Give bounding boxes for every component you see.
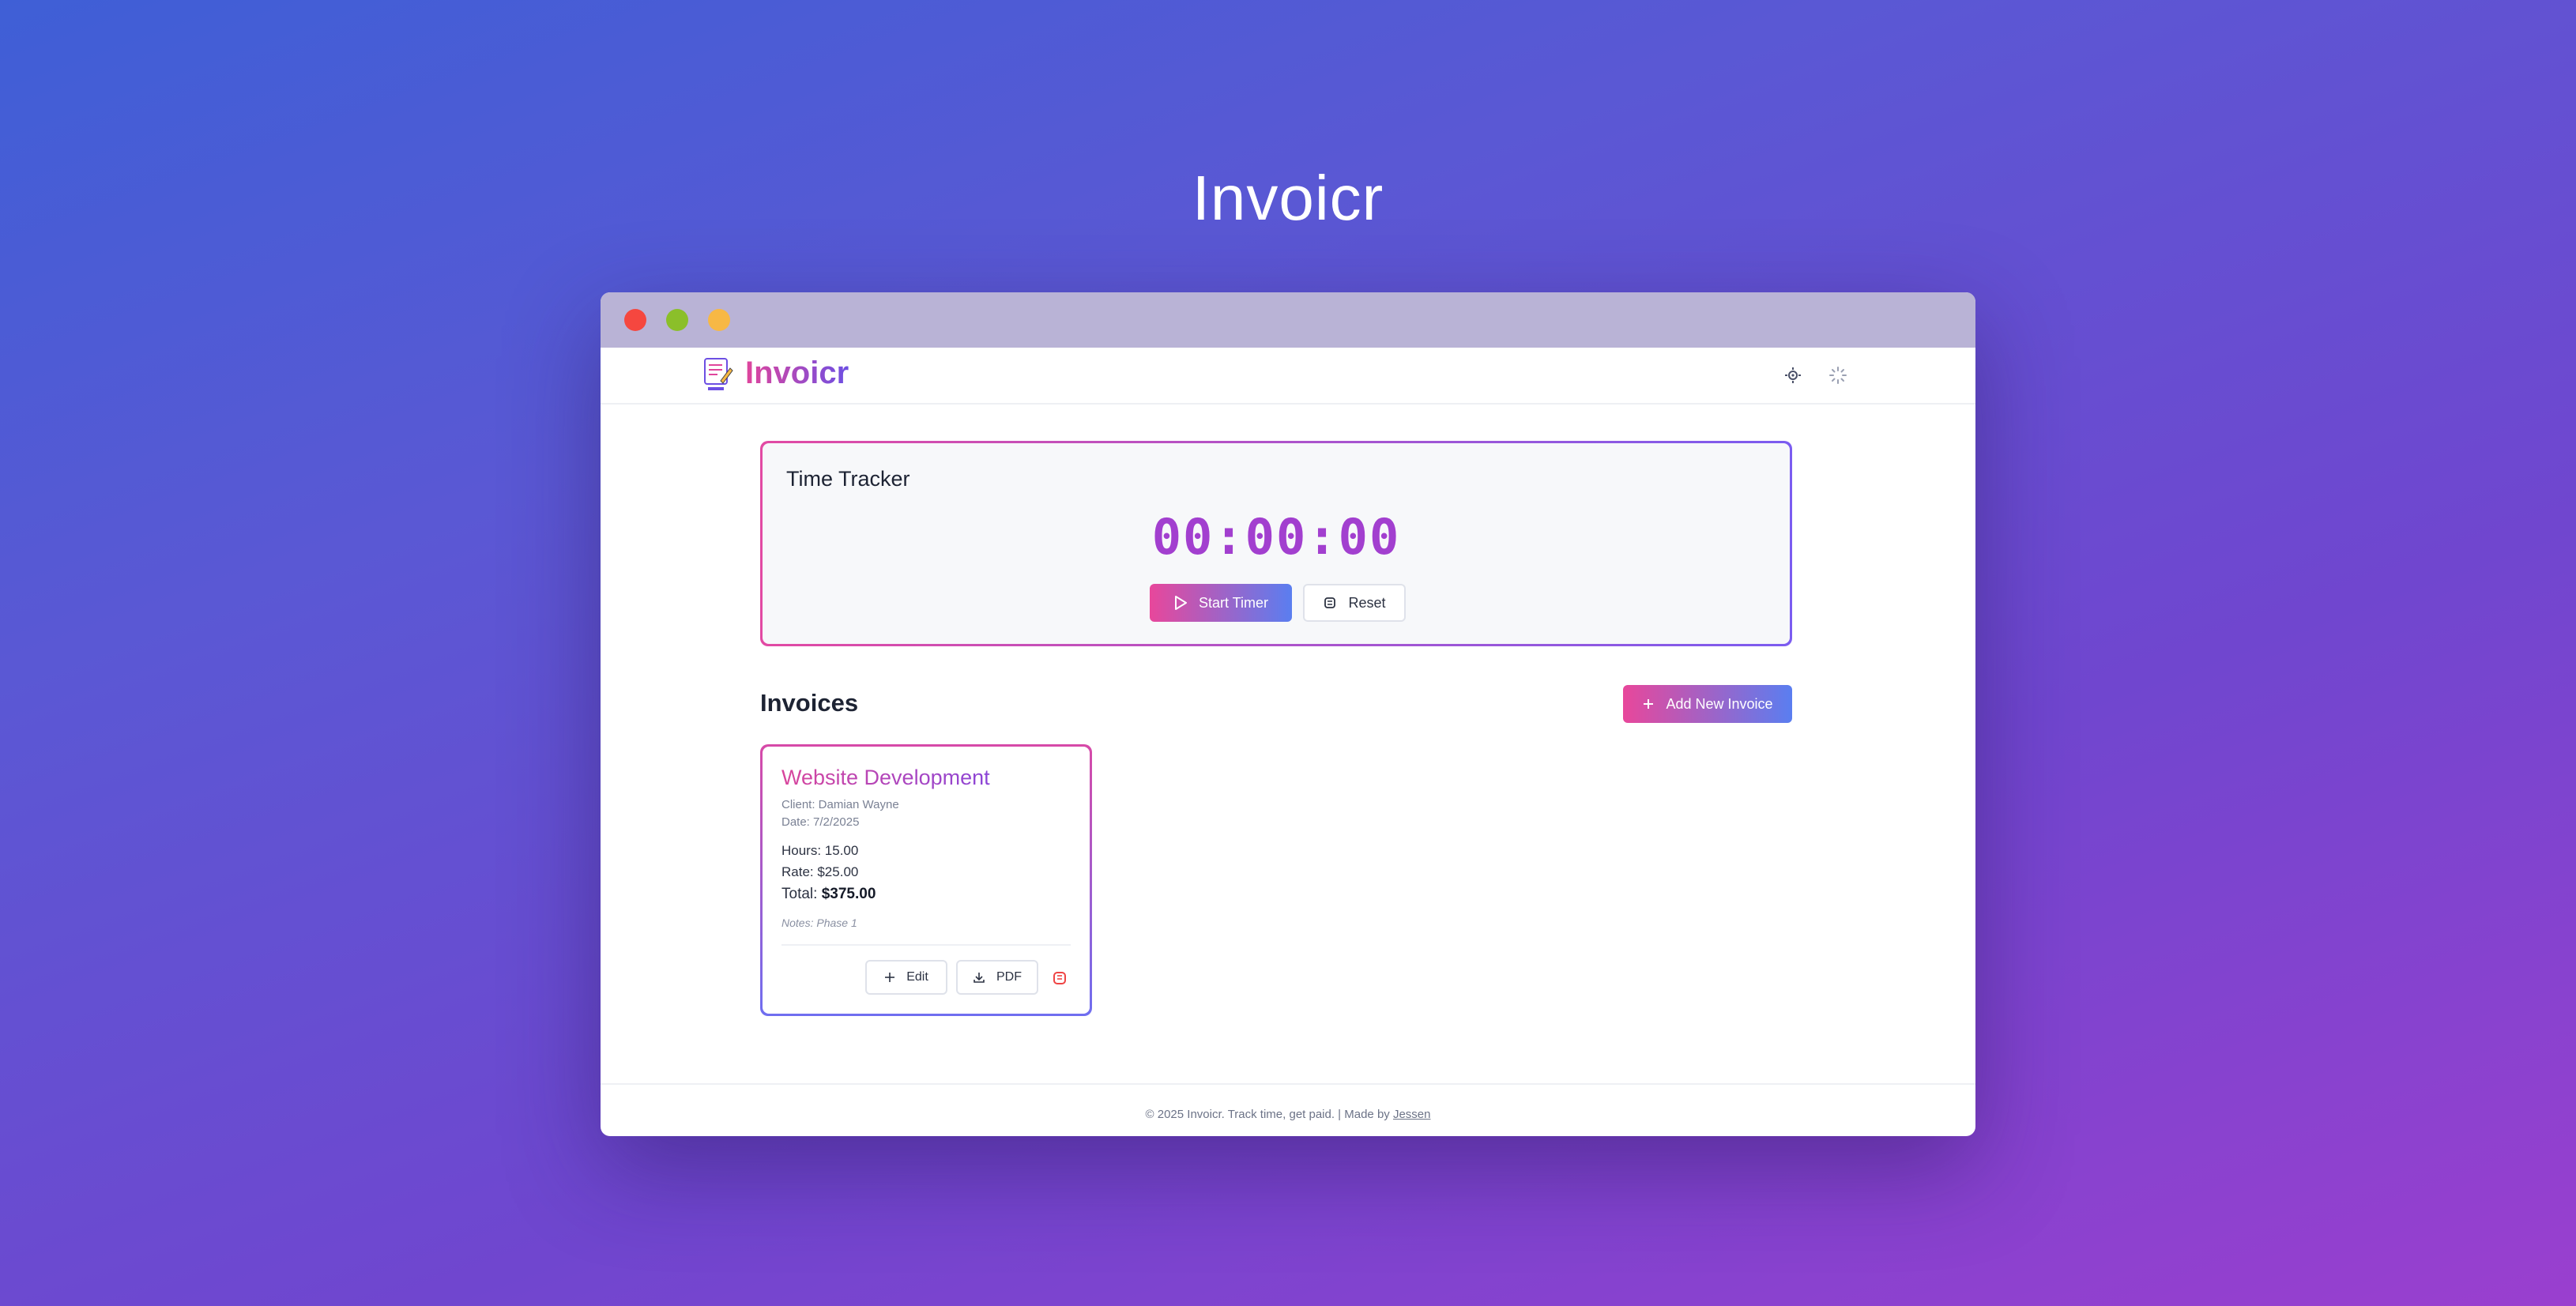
minimize-window-button[interactable] — [708, 309, 730, 331]
notepad-logo-icon — [703, 357, 733, 392]
plus-icon — [884, 972, 895, 983]
edit-invoice-button[interactable]: Edit — [865, 960, 947, 995]
app-header: Invoicr — [601, 348, 1975, 405]
window-titlebar — [601, 292, 1975, 348]
time-tracker-card: Time Tracker 00:00:00 Start Timer Reset — [760, 441, 1792, 646]
invoice-hours: Hours: 15.00 — [781, 843, 859, 858]
start-timer-button[interactable]: Start Timer — [1150, 584, 1292, 622]
brand-name[interactable]: Invoicr — [745, 356, 849, 391]
reset-icon — [1323, 596, 1337, 610]
invoice-card: Website Development Client: Damian Wayne… — [760, 744, 1092, 1016]
footer-divider — [601, 1083, 1975, 1085]
download-icon — [973, 971, 985, 984]
invoice-client: Client: Damian Wayne — [781, 798, 899, 811]
loader-icon[interactable] — [1826, 363, 1850, 387]
invoice-title: Website Development — [781, 766, 990, 789]
trash-icon[interactable] — [1050, 968, 1069, 987]
reset-button[interactable]: Reset — [1303, 584, 1406, 622]
invoice-date: Date: 7/2/2025 — [781, 815, 860, 829]
pdf-label: PDF — [996, 970, 1022, 984]
play-icon — [1173, 595, 1188, 611]
invoices-heading: Invoices — [760, 689, 859, 717]
invoice-notes: Notes: Phase 1 — [781, 916, 857, 929]
invoice-rate: Rate: $25.00 — [781, 864, 859, 879]
footer-text: © 2025 Invoicr. Track time, get paid. | … — [1145, 1108, 1390, 1121]
sun-icon[interactable] — [1781, 363, 1805, 387]
edit-label: Edit — [906, 970, 928, 984]
invoice-total: Total: $375.00 — [781, 886, 876, 903]
invoice-divider — [781, 944, 1071, 946]
close-window-button[interactable] — [624, 309, 646, 331]
time-tracker-title: Time Tracker — [786, 467, 910, 491]
author-link[interactable]: Jessen — [1393, 1108, 1431, 1121]
invoice-total-value: $375.00 — [821, 886, 876, 902]
app-window: Invoicr Time Tracker 00:00:00 Start Time… — [601, 292, 1975, 1136]
reset-label: Reset — [1348, 594, 1386, 611]
invoice-total-label: Total: — [781, 886, 818, 902]
footer: © 2025 Invoicr. Track time, get paid. | … — [601, 1108, 1975, 1121]
hero-title: Invoicr — [1192, 163, 1384, 233]
add-invoice-button[interactable]: Add New Invoice — [1623, 685, 1792, 723]
add-invoice-label: Add New Invoice — [1666, 695, 1773, 712]
plus-icon — [1642, 698, 1655, 710]
download-pdf-button[interactable]: PDF — [956, 960, 1038, 995]
start-timer-label: Start Timer — [1198, 594, 1268, 611]
maximize-window-button[interactable] — [666, 309, 688, 331]
timer-display: 00:00:00 — [1151, 508, 1401, 566]
